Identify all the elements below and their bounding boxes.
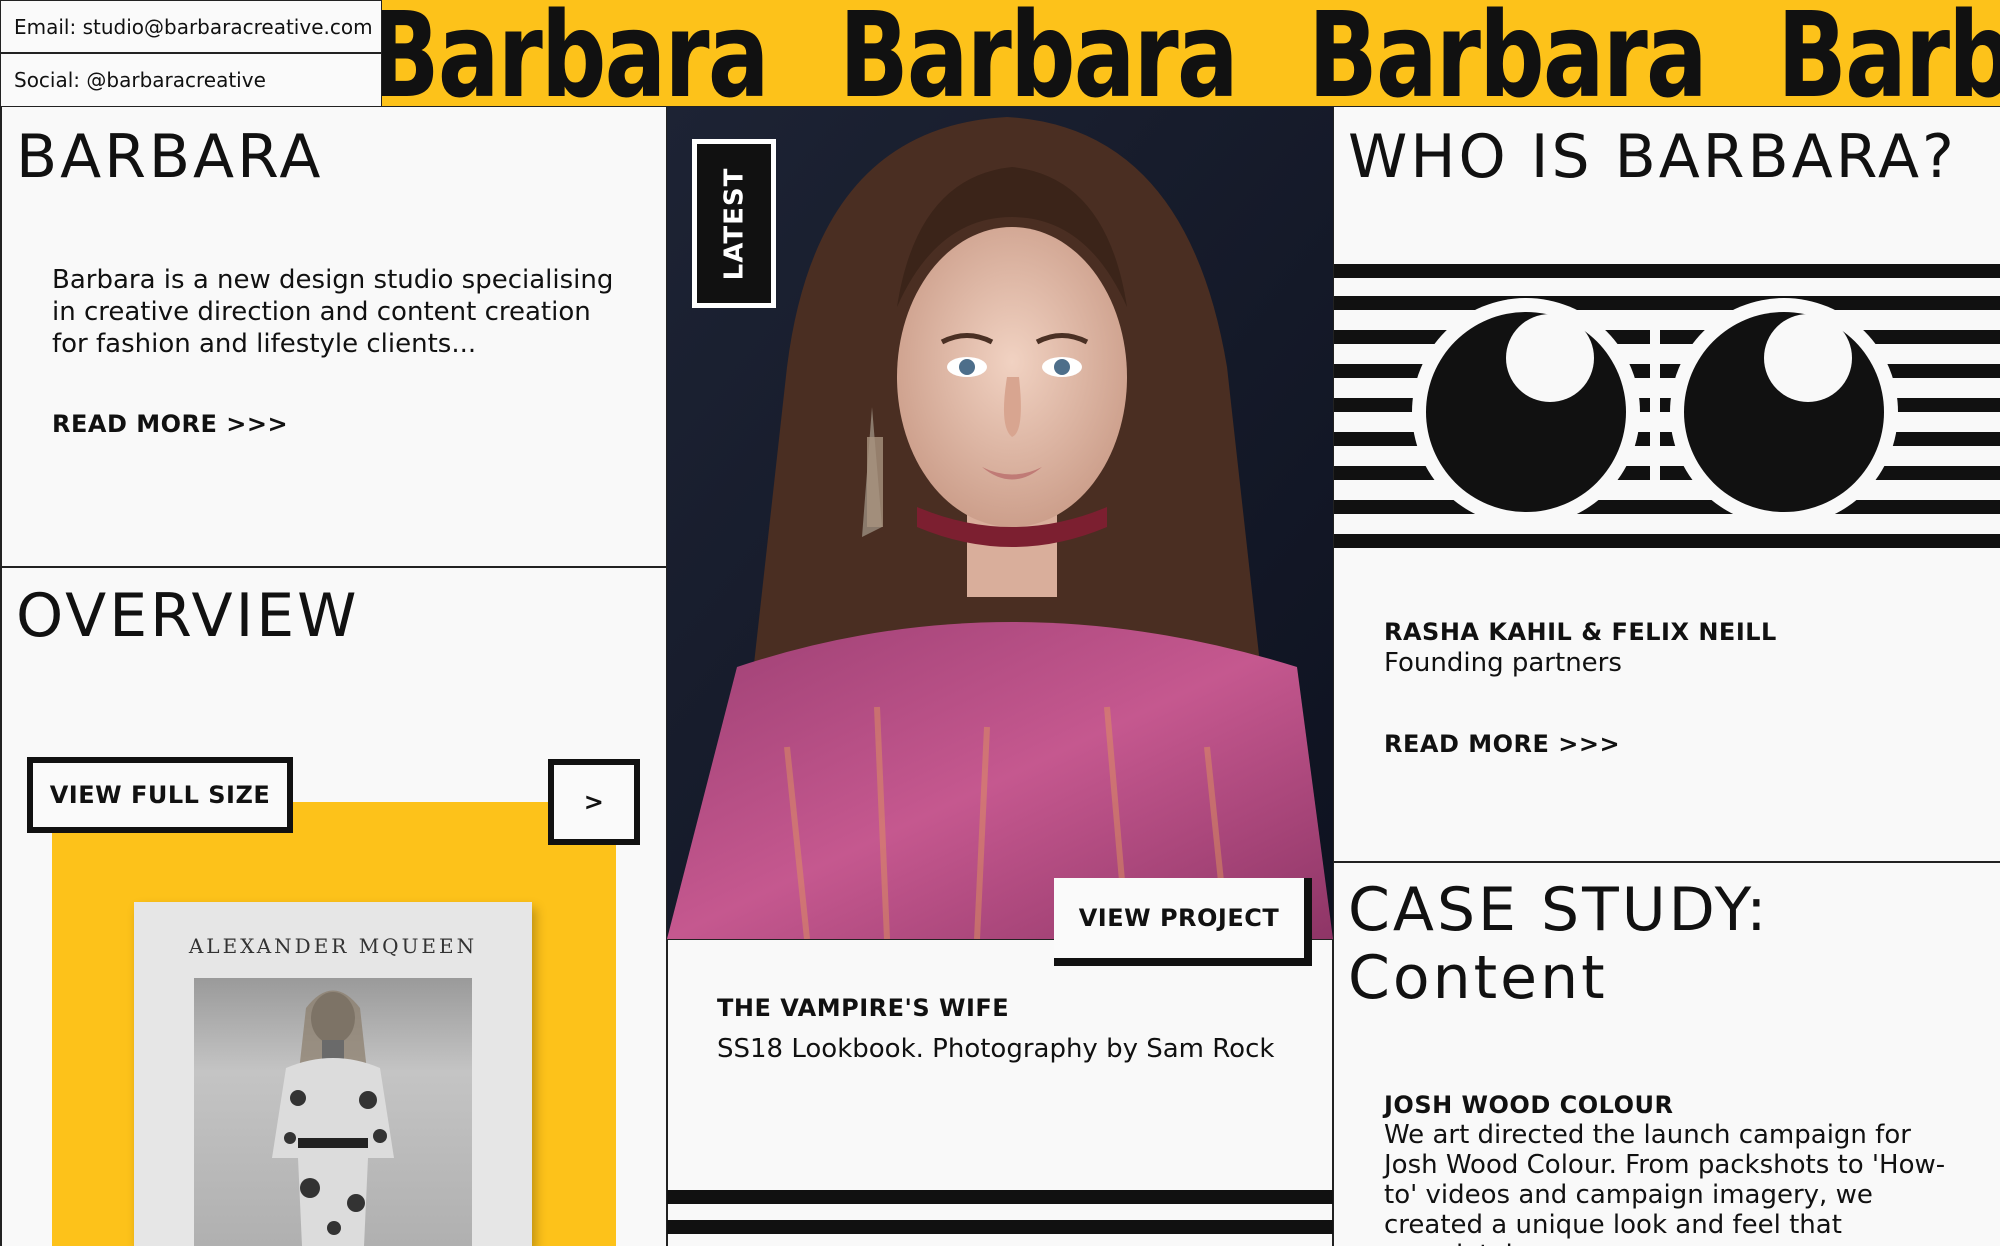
- next-slide-button[interactable]: >: [548, 759, 640, 845]
- book-cover-title: ALEXANDER MQUEEN: [188, 934, 478, 958]
- email-contact[interactable]: Email: studio@barbaracreative.com: [0, 0, 382, 53]
- overview-title: OVERVIEW: [16, 581, 360, 651]
- marquee-word: Barbara: [1308, 0, 1707, 107]
- book-cover-image: ALEXANDER MQUEEN: [134, 902, 532, 1246]
- who-title: WHO IS BARBARA?: [1348, 122, 1957, 192]
- intro-read-more-link[interactable]: READ MORE >>>: [52, 410, 288, 438]
- marquee-word: Barbara: [839, 0, 1238, 107]
- eyes-logo-icon: [1334, 264, 2000, 548]
- studio-description: Barbara is a new design studio specialis…: [52, 265, 614, 359]
- case-study-title: CASE STUDY: Content: [1348, 876, 1769, 1012]
- grid-divider: [0, 566, 667, 568]
- grid-divider: [1333, 861, 2000, 863]
- who-read-more-link[interactable]: READ MORE >>>: [1384, 730, 1620, 758]
- project-subtitle: SS18 Lookbook. Photography by Sam Rock: [717, 1034, 1275, 1064]
- case-study-client: JOSH WOOD COLOUR: [1384, 1091, 1674, 1119]
- social-contact[interactable]: Social: @barbaracreative: [0, 53, 382, 107]
- marquee-word: Barbara: [1777, 0, 2000, 107]
- latest-tag-label: LATEST: [719, 167, 750, 280]
- model-figure-illustration: [272, 990, 394, 1246]
- brand-marquee: Barbara Barbara Barbara Barbara Barbara: [382, 0, 2000, 107]
- case-study-title-line2: Content: [1348, 943, 1608, 1013]
- studio-title: BARBARA: [16, 122, 324, 192]
- marquee-word: Barbara: [382, 0, 769, 107]
- stripes-decoration: [667, 1190, 1333, 1234]
- partners-name: RASHA KAHIL & FELIX NEILL: [1384, 618, 1777, 646]
- latest-tag: LATEST: [692, 139, 776, 308]
- partners-role: Founding partners: [1384, 648, 1622, 678]
- view-project-button[interactable]: VIEW PROJECT: [1054, 878, 1312, 966]
- case-study-description: We art directed the launch campaign for …: [1384, 1120, 1946, 1246]
- project-title: THE VAMPIRE'S WIFE: [717, 994, 1010, 1022]
- case-study-title-line1: CASE STUDY:: [1348, 875, 1770, 945]
- view-full-size-button[interactable]: VIEW FULL SIZE: [27, 757, 293, 833]
- marquee-track: Barbara Barbara Barbara Barbara Barbara: [382, 0, 2000, 107]
- book-cover-photo: [194, 978, 472, 1246]
- grid-divider: [0, 107, 2, 1246]
